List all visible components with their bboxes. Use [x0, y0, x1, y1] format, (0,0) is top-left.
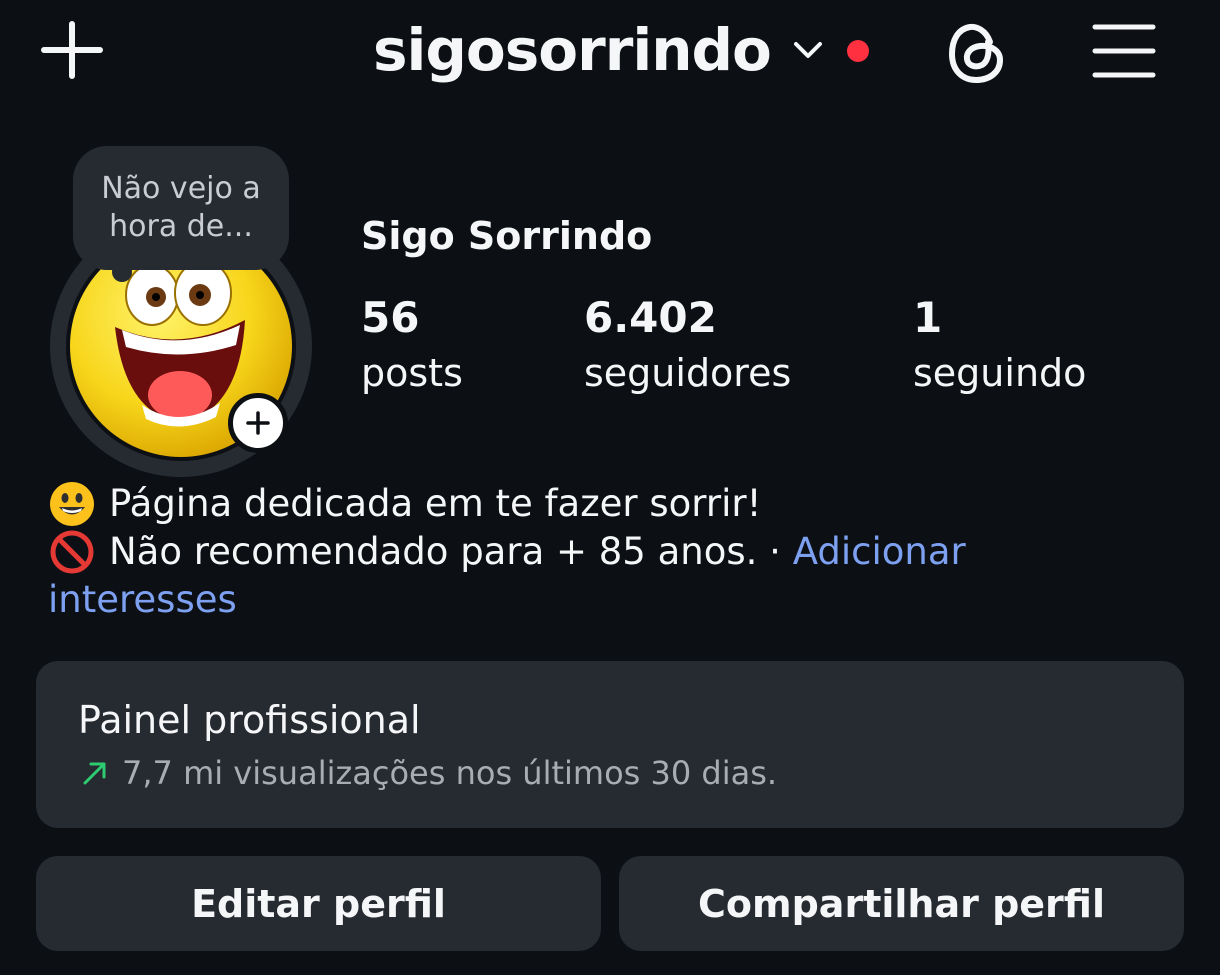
bio: Página dedicada em te fazer sorrir! Não …	[48, 480, 1188, 624]
menu-icon[interactable]	[1092, 22, 1156, 80]
prohibited-icon	[50, 530, 94, 574]
panel-subtitle-row: 7,7 mi visualizações nos últimos 30 dias…	[82, 754, 777, 792]
display-name: Sigo Sorrindo	[361, 214, 653, 258]
panel-title: Painel profissional	[78, 698, 421, 742]
chevron-down-icon	[793, 42, 822, 58]
stat-label: posts	[361, 351, 463, 395]
share-profile-button[interactable]: Compartilhar perfil	[619, 856, 1184, 951]
note-text: Não vejo a hora de...	[101, 171, 261, 244]
edit-profile-label: Editar perfil	[191, 881, 446, 926]
stat-following[interactable]: 1 seguindo	[913, 292, 1086, 402]
add-interests-link-continued[interactable]: interesses	[48, 578, 237, 621]
stat-followers[interactable]: 6.402 seguidores	[584, 292, 791, 402]
note-bubble[interactable]: Não vejo a hora de...	[73, 146, 289, 270]
stat-posts[interactable]: 56 posts	[361, 292, 463, 402]
stat-label: seguindo	[913, 351, 1087, 395]
smiley-emoji-icon	[50, 482, 94, 526]
plus-icon	[246, 411, 270, 435]
stat-label: seguidores	[584, 351, 792, 395]
panel-subtitle: 7,7 mi visualizações nos últimos 30 dias…	[122, 754, 778, 792]
bio-line-2: Não recomendado para + 85 anos.	[109, 530, 758, 573]
new-post-plus-icon[interactable]	[40, 20, 104, 80]
stat-value: 1	[913, 293, 943, 342]
add-interests-link[interactable]: Adicionar	[793, 528, 966, 576]
note-bubble-tail	[112, 262, 132, 282]
notification-dot	[847, 40, 869, 62]
trend-up-arrow-icon	[83, 762, 106, 785]
add-story-button[interactable]	[228, 393, 288, 453]
stat-value: 56	[361, 293, 420, 342]
stat-value: 6.402	[584, 293, 717, 342]
bio-line-1: Página dedicada em te fazer sorrir!	[109, 482, 762, 525]
threads-icon[interactable]	[944, 20, 1010, 86]
share-profile-label: Compartilhar perfil	[698, 881, 1105, 926]
edit-profile-button[interactable]: Editar perfil	[36, 856, 601, 951]
username: sigosorrindo	[373, 16, 772, 84]
bio-separator: ·	[769, 530, 781, 573]
account-switcher[interactable]: sigosorrindo	[373, 12, 823, 88]
professional-dashboard-card[interactable]	[36, 661, 1184, 828]
